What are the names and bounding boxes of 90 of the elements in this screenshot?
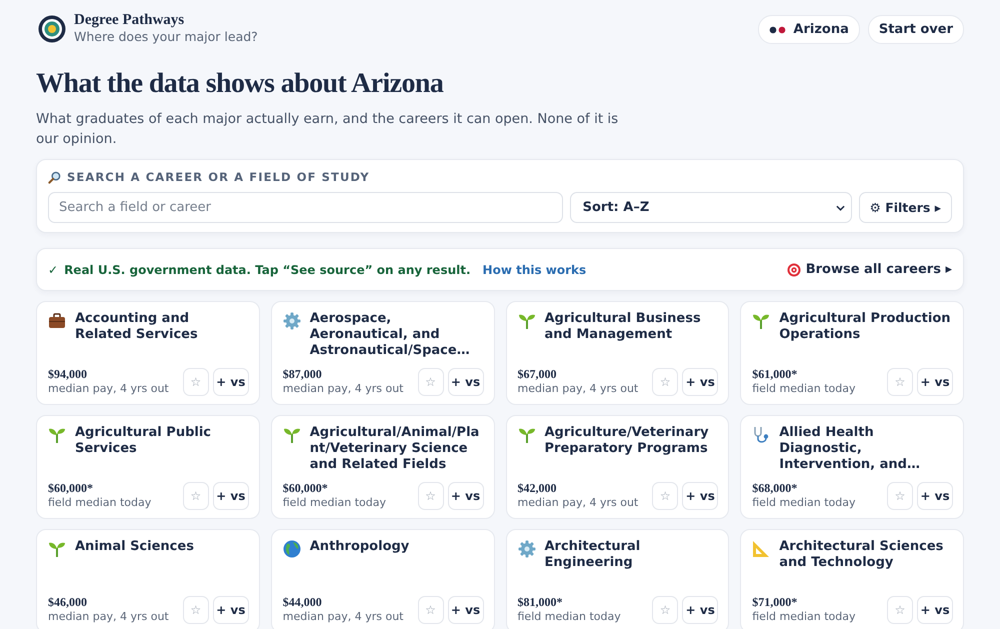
browse-button[interactable]: Browse all careers ▸: [786, 262, 952, 277]
start-over-button[interactable]: Start over: [868, 15, 964, 44]
compare-button[interactable]: + vs: [917, 596, 953, 624]
pay-note: median pay, 4 yrs out: [282, 382, 404, 396]
check-icon: ✓: [48, 262, 58, 276]
compare-button[interactable]: + vs: [448, 596, 484, 624]
major-card[interactable]: Agriculture/Veterinary Preparatory Programs $42,000 median pay, 4 yrs out ☆ + vs: [506, 415, 730, 519]
target-icon: [786, 262, 801, 276]
briefcase-icon: [48, 312, 66, 330]
compare-button[interactable]: + vs: [448, 482, 484, 510]
stethoscope-icon: [752, 426, 770, 444]
major-title: Agricultural Production Operations: [779, 311, 952, 343]
pay-note: field median today: [48, 496, 152, 510]
median-pay: $60,000*: [48, 481, 94, 496]
state-button[interactable]: Arizona: [758, 15, 860, 44]
sprout-icon: [282, 426, 301, 444]
compare-button[interactable]: + vs: [682, 368, 718, 396]
pay-note: median pay, 4 yrs out: [518, 496, 638, 510]
major-title: Architectural Sciences and Technology: [779, 539, 944, 571]
pay-note: median pay, 4 yrs out: [48, 382, 169, 396]
gear-icon: [518, 540, 536, 558]
globe-icon: [282, 540, 301, 558]
sprout-icon: [518, 312, 536, 330]
major-card[interactable]: Agricultural Production Operations $61,000* field median today ☆ + vs: [740, 301, 964, 405]
pay-note: field median today: [518, 610, 621, 624]
major-title: Agriculture/Veterinary Preparatory Programs: [544, 425, 710, 457]
search-label: SEARCH A CAREER OR A FIELD OF STUDY: [67, 170, 370, 184]
median-pay: $71,000*: [752, 595, 798, 610]
major-card[interactable]: Animal Sciences $46,000 median pay, 4 yrs out ☆ + vs: [36, 529, 260, 629]
major-title: Agricultural/Animal/Pla nt/Veterinary Science and Related Fields: [310, 425, 480, 473]
compare-button[interactable]: + vs: [448, 368, 484, 396]
major-card[interactable]: Agricultural Business and Management $67,000 median pay, 4 yrs out ☆ + vs: [506, 301, 730, 405]
pay-note: field median today: [752, 382, 856, 396]
brand-name: Degree Pathways: [74, 12, 186, 29]
compare-button[interactable]: + vs: [212, 482, 249, 510]
major-title: Agricultural Public Services: [75, 425, 212, 457]
major-card[interactable]: Accounting and Related Services $94,000 median pay, 4 yrs out ☆ + vs: [36, 301, 260, 405]
notice-text: Real U.S. government data. Tap “See source” on any result.: [64, 262, 471, 276]
sprout-icon: [48, 426, 66, 444]
median-pay: $42,000: [518, 481, 558, 496]
dots-icon: [769, 26, 788, 34]
compare-button[interactable]: + vs: [682, 482, 718, 510]
pay-note: median pay, 4 yrs out: [282, 610, 404, 624]
intro-text: What graduates of each major actually earn, and the careers it can open. None of it is our opinion.: [36, 110, 620, 149]
median-pay: $60,000*: [282, 481, 329, 496]
median-pay: $46,000: [48, 595, 88, 610]
filters-button[interactable]: ⚙ Filters ▸: [858, 192, 952, 223]
major-title: Animal Sciences: [75, 539, 194, 555]
sprout-icon: [518, 426, 536, 444]
major-card[interactable]: Architectural Sciences and Technology $71,000* field median today ☆ + vs: [740, 529, 964, 629]
how-link[interactable]: How this works: [482, 262, 586, 276]
pay-note: field median today: [282, 496, 386, 510]
major-title: Architectural Engineering: [544, 539, 642, 571]
chevron-icon: [836, 204, 845, 210]
compare-button[interactable]: + vs: [917, 368, 953, 396]
major-card[interactable]: Architectural Engineering $81,000* field median today ☆ + vs: [506, 529, 730, 629]
major-title: Aerospace, Aeronautical, and Astronautical/Space…: [310, 311, 471, 359]
major-card[interactable]: Agricultural/Animal/Pla nt/Veterinary Science and Related Fields $60,000* field median today ☆ + vs: [270, 415, 494, 519]
sort-select[interactable]: Sort: A–Z: [570, 192, 852, 223]
page-heading: What the data shows about Arizona: [36, 67, 444, 101]
major-title: Agricultural Business and Management: [544, 311, 702, 343]
median-pay: $94,000: [48, 367, 88, 382]
tagline: Where does your major lead?: [74, 29, 258, 45]
median-pay: $44,000: [282, 595, 323, 610]
sprout-icon: [48, 540, 66, 558]
compare-button[interactable]: + vs: [917, 482, 953, 510]
median-pay: $81,000*: [518, 595, 564, 610]
pay-note: median pay, 4 yrs out: [518, 382, 638, 396]
compare-button[interactable]: + vs: [212, 596, 249, 624]
major-title: Anthropology: [310, 539, 410, 555]
pay-note: field median today: [752, 610, 856, 624]
major-card[interactable]: Anthropology $44,000 median pay, 4 yrs out ☆ + vs: [270, 529, 494, 629]
median-pay: $87,000: [282, 367, 323, 382]
search-icon: [48, 170, 61, 184]
major-title: Allied Health Diagnostic, Intervention, and…: [779, 425, 921, 473]
major-card[interactable]: Allied Health Diagnostic, Intervention, and… $68,000* field median today ☆ + vs: [740, 415, 964, 519]
pay-note: median pay, 4 yrs out: [48, 610, 169, 624]
compare-button[interactable]: + vs: [212, 368, 249, 396]
median-pay: $61,000*: [752, 367, 798, 382]
median-pay: $68,000*: [752, 481, 798, 496]
logo-icon: [38, 14, 66, 42]
median-pay: $67,000: [518, 367, 558, 382]
major-card[interactable]: Aerospace, Aeronautical, and Astronautical/Space… $87,000 median pay, 4 yrs out ☆ + vs: [270, 301, 494, 405]
gear-icon: [282, 312, 301, 330]
search-field[interactable]: Search a field or career: [48, 192, 563, 223]
major-title: Accounting and Related Services: [75, 311, 199, 343]
major-card[interactable]: Agricultural Public Services $60,000* field median today ☆ + vs: [36, 415, 260, 519]
compare-button[interactable]: + vs: [682, 596, 718, 624]
sprout-icon: [752, 312, 770, 330]
pay-note: field median today: [752, 496, 856, 510]
